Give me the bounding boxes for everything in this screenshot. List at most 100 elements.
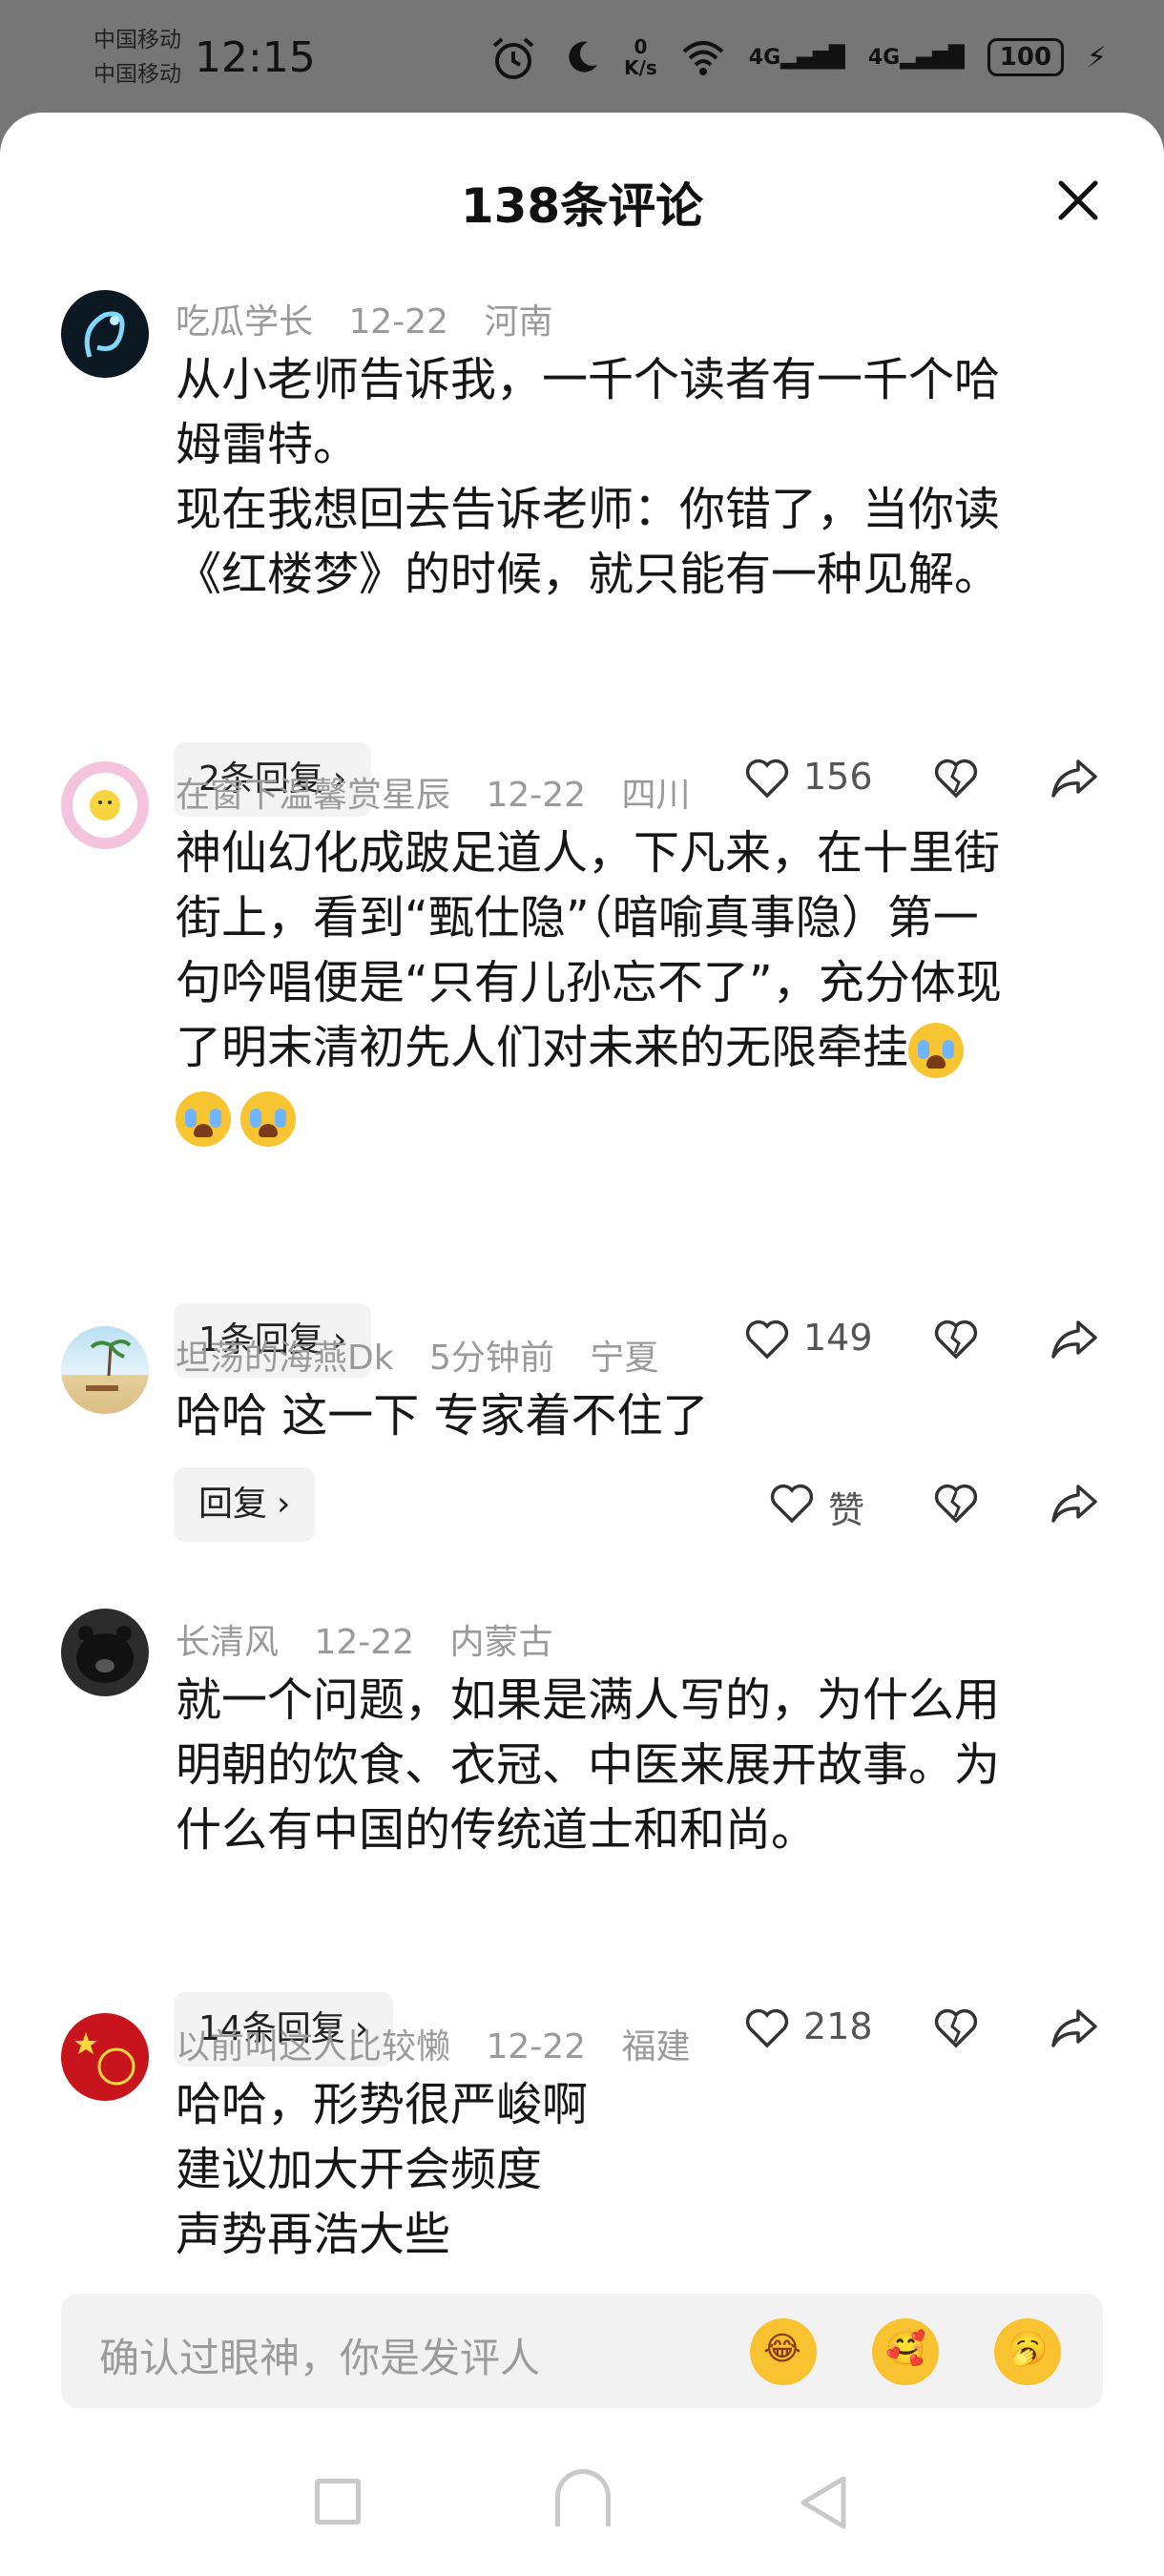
broken-heart-icon[interactable] <box>933 1483 979 1525</box>
comment-line: 明朝的饮食、衣冠、中医来展开故事。为 <box>176 1738 1001 1792</box>
comment-region: 福建 <box>621 2027 691 2067</box>
user-name[interactable]: 在窗下温馨赏星辰 <box>176 776 450 815</box>
comment-region: 内蒙古 <box>449 1623 553 1662</box>
avatar[interactable] <box>61 1326 149 1414</box>
like-count: 149 <box>803 1317 873 1359</box>
comment-line: 现在我想回去告诉老师：你错了，当你读 <box>176 483 1001 536</box>
carrier-info: 中国移动 中国移动 <box>94 23 181 92</box>
alarm-icon <box>492 37 534 79</box>
avatar[interactable] <box>61 2013 149 2101</box>
avatar[interactable] <box>61 1609 149 1696</box>
comment-text[interactable]: 神仙幻化成跛足道人，下凡来，在十里街 街上，看到“甄仕隐”（暗喻真事隐）第一 句… <box>176 821 1091 1149</box>
comment-line: 句吟唱便是“只有儿孙忘不了”，充分体现 <box>176 956 1002 1009</box>
signal-1-label: 4G <box>748 45 781 70</box>
comment-input-bar[interactable]: 确认过眼神，你是发评人 😂 🥰 🥱 <box>61 2294 1103 2408</box>
comment-line: 声势再浩大些 <box>176 2208 451 2261</box>
share-arrow-icon[interactable] <box>1050 2005 1099 2051</box>
share-arrow-icon[interactable] <box>1050 756 1099 801</box>
comment-actions: 赞 <box>725 1475 1126 1532</box>
net-speed: 0 K/s <box>624 36 657 78</box>
like-count: 156 <box>803 756 873 798</box>
sheet-title: 138条评论 <box>460 178 704 234</box>
comment-line-with-emoji: 了明末清初先人们对未来的无限牵挂 <box>176 1015 1091 1080</box>
broken-heart-icon[interactable] <box>933 2007 979 2049</box>
net-speed-unit: K/s <box>624 56 657 79</box>
close-icon[interactable] <box>1050 172 1107 229</box>
comment-text[interactable]: 就一个问题，如果是满人写的，为什么用 明朝的饮食、衣冠、中医来展开故事。为 什么… <box>176 1668 1091 1862</box>
status-bar: 中国移动 中国移动 12:15 0 K/s 4G▂▄▆█ 4G▂▄▆█ 100 <box>0 0 1164 114</box>
heart-icon[interactable] <box>769 1483 815 1525</box>
comment-date: 12-22 <box>486 776 587 815</box>
like-label: 赞 <box>828 1489 865 1531</box>
crying-emoji-icon <box>240 1091 296 1147</box>
comment-line: 哈哈 这一下 专家着不住了 <box>176 1389 709 1443</box>
comment-region: 河南 <box>484 302 553 342</box>
comment-date: 12-22 <box>486 2027 587 2067</box>
avatar[interactable] <box>61 290 149 378</box>
clock: 12:15 <box>195 32 316 82</box>
user-name[interactable]: 长清风 <box>176 1623 279 1662</box>
comment-line: 了明末清初先人们对未来的无限牵挂 <box>176 1021 909 1074</box>
heart-icon[interactable] <box>744 2007 790 2049</box>
comment-actions: 218 <box>725 2000 1126 2057</box>
comment-sheet: 138条评论 吃瓜学长 12-22 河南 从小老师告诉我，一千个读者有一千个哈 … <box>0 113 1164 2576</box>
carrier-2: 中国移动 <box>94 62 181 87</box>
signal-1-icon: 4G▂▄▆█ <box>748 45 845 70</box>
reply-label: 回复 <box>198 1485 268 1524</box>
home-icon[interactable] <box>555 2469 611 2526</box>
user-name[interactable]: 吃瓜学长 <box>176 302 313 342</box>
comment-region: 四川 <box>621 776 691 815</box>
wifi-icon <box>682 41 724 75</box>
moon-icon <box>569 41 598 73</box>
charging-icon: ⚡ <box>1086 40 1107 74</box>
comment-meta: 坦荡的海燕Dk 5分钟前 宁夏 <box>176 1330 683 1380</box>
comment-line: 建议加大开会频度 <box>176 2143 543 2196</box>
reply-button[interactable]: 回复 › <box>174 1467 316 1542</box>
signal-2-label: 4G <box>867 45 901 70</box>
heart-icon[interactable] <box>744 758 790 800</box>
comment-input[interactable]: 确认过眼神，你是发评人 <box>99 2326 540 2384</box>
comment-meta: 长清风 12-22 内蒙古 <box>176 1614 578 1664</box>
comment-meta: 以前叫这人比较懒 12-22 福建 <box>176 2019 716 2068</box>
comment-line: 街上，看到“甄仕隐”（暗喻真事隐）第一 <box>176 891 979 945</box>
status-icons: 0 K/s 4G▂▄▆█ 4G▂▄▆█ 100 ⚡ <box>563 36 1107 78</box>
comment-date: 12-22 <box>348 302 449 342</box>
crying-emoji-icon <box>908 1023 965 1078</box>
yawning-emoji-icon[interactable]: 🥱 <box>994 2318 1061 2385</box>
adoring-emoji-icon[interactable]: 🥰 <box>872 2318 939 2385</box>
comment-line: 神仙幻化成跛足道人，下凡来，在十里街 <box>176 826 1001 880</box>
user-name[interactable]: 坦荡的海燕Dk <box>176 1339 394 1378</box>
back-icon[interactable] <box>798 2475 849 2530</box>
comment-actions: 156 <box>725 750 1126 807</box>
heart-icon[interactable] <box>744 1319 790 1361</box>
laughing-crying-emoji-icon[interactable]: 😂 <box>750 2318 817 2385</box>
comment-line: 姆雷特。 <box>176 418 360 471</box>
carrier-1: 中国移动 <box>94 28 181 52</box>
chevron-right-icon: › <box>277 1485 291 1524</box>
net-speed-value: 0 <box>634 35 648 58</box>
comment-date: 12-22 <box>314 1623 415 1662</box>
comment-actions: 149 <box>725 1311 1126 1368</box>
comment-meta: 在窗下温馨赏星辰 12-22 四川 <box>176 767 716 817</box>
emoji-line <box>176 1080 1091 1149</box>
avatar[interactable] <box>61 761 149 849</box>
share-arrow-icon[interactable] <box>1050 1317 1099 1362</box>
user-name[interactable]: 以前叫这人比较懒 <box>176 2027 450 2067</box>
like-count: 218 <box>803 2005 873 2047</box>
broken-heart-icon[interactable] <box>933 1319 979 1361</box>
comment-date: 5分钟前 <box>429 1339 554 1378</box>
share-arrow-icon[interactable] <box>1050 1481 1099 1527</box>
broken-heart-icon[interactable] <box>933 758 979 800</box>
comment-line: 《红楼梦》的时候，就只能有一种见解。 <box>176 548 1001 601</box>
signal-2-icon: 4G▂▄▆█ <box>867 45 965 70</box>
battery-level: 100 <box>999 43 1052 72</box>
comment-line: 就一个问题，如果是满人写的，为什么用 <box>176 1673 1001 1727</box>
comment-line: 哈哈，形势很严峻啊 <box>176 2078 589 2131</box>
battery-icon: 100 <box>987 38 1064 76</box>
comment-text[interactable]: 哈哈，形势很严峻啊 建议加大开会频度 声势再浩大些 <box>176 2072 1091 2267</box>
recent-apps-icon[interactable] <box>315 2479 361 2524</box>
comment-region: 宁夏 <box>590 1339 659 1378</box>
comment-text[interactable]: 从小老师告诉我，一千个读者有一千个哈 姆雷特。 现在我想回去告诉老师：你错了，当… <box>176 347 1091 607</box>
comment-line: 什么有中国的传统道士和和尚。 <box>176 1803 818 1857</box>
comment-text[interactable]: 哈哈 这一下 专家着不住了 <box>176 1383 1091 1448</box>
